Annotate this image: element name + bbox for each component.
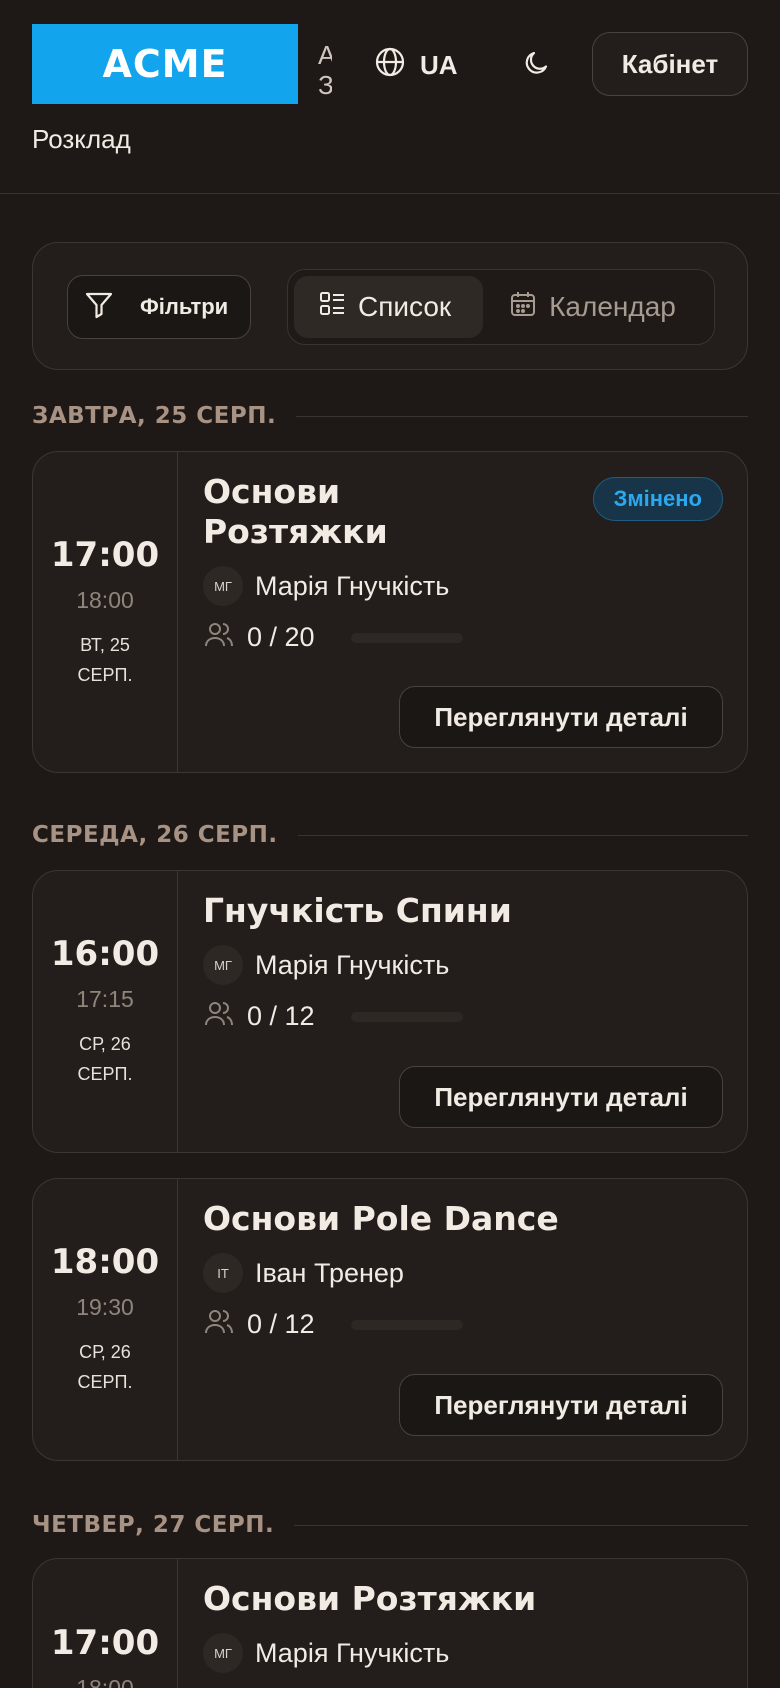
theme-toggle[interactable] [516, 44, 558, 86]
divider [296, 415, 748, 417]
users-icon [203, 999, 235, 1034]
moon-icon [522, 48, 552, 83]
class-info: Основи Pole Dance ІТ Іван Тренер 0 / 12 [203, 1199, 723, 1342]
capacity-bar [351, 632, 463, 643]
divider [294, 1524, 748, 1526]
time-column: 18:00 19:30 СР, 26 СЕРП. [33, 1179, 178, 1460]
capacity-bar [351, 1319, 463, 1330]
end-time: 18:00 [76, 586, 134, 613]
status-badge: Змінено [592, 477, 723, 521]
day-label: ЧЕТВЕР, 27 СЕРП. [32, 1512, 275, 1538]
calendar-icon [509, 290, 537, 325]
class-date: СР, 26 СЕРП. [78, 1029, 133, 1089]
view-details-button[interactable]: Переглянути деталі [399, 686, 723, 748]
capacity-row: 0 / 12 [203, 1307, 723, 1342]
class-title: Гнучкість Спини [203, 891, 512, 930]
class-title: Основи Розтяжки [203, 1579, 537, 1618]
capacity-text: 0 / 12 [247, 1309, 315, 1339]
list-icon [318, 290, 346, 325]
language-switcher[interactable]: UA [374, 44, 458, 86]
trainer-row: МГ Марія Гнучкість [203, 1633, 723, 1673]
filter-icon [84, 289, 114, 325]
page-title: Розклад [32, 124, 131, 154]
day-label: СЕРЕДА, 26 СЕРП. [32, 822, 278, 848]
globe-icon [374, 46, 406, 85]
logo-text: ACME [102, 42, 228, 86]
trainer-row: МГ Марія Гнучкість [203, 945, 723, 985]
language-label: UA [420, 49, 458, 80]
view-details-button[interactable]: Переглянути деталі [399, 1374, 723, 1436]
avatar: МГ [203, 945, 243, 985]
capacity-text: 0 / 20 [247, 622, 315, 652]
time-column: 16:00 17:15 СР, 26 СЕРП. [33, 871, 178, 1152]
avatar: МГ [203, 1633, 243, 1673]
users-icon [203, 1307, 235, 1342]
view-list-tab[interactable]: Список [294, 276, 484, 338]
trainer-row: ІТ Іван Тренер [203, 1253, 723, 1293]
trainer-name: Марія Гнучкість [255, 949, 450, 980]
capacity-bar [351, 1011, 463, 1022]
class-date: СР, 26 СЕРП. [78, 1337, 133, 1397]
date-line: СЕРП. [77, 1372, 133, 1392]
capacity-row: 0 / 20 [203, 620, 723, 655]
class-title: Основи Розтяжки [203, 472, 388, 551]
capacity-text: 0 / 12 [247, 1001, 315, 1031]
logo[interactable]: ACME [32, 24, 298, 104]
day-header: ЧЕТВЕР, 27 СЕРП. [32, 1512, 748, 1538]
app-header: ACME А З UA Кабінет Розклад [0, 0, 780, 194]
filters-label: Фільтри [140, 294, 229, 319]
class-info: Змінено Основи Розтяжки МГ Марія Гнучкіс… [203, 472, 723, 655]
date-line: ВТ, 25 [80, 634, 130, 655]
date-line: СР, 26 [79, 1342, 131, 1362]
start-time: 17:00 [50, 534, 160, 575]
time-column: 17:00 18:00 ВТ, 25 СЕРП. [33, 452, 178, 772]
class-card: 17:00 18:00 ВТ, 25 СЕРП. Змінено Основи … [32, 451, 748, 773]
end-time: 19:30 [76, 1294, 134, 1320]
class-info: Гнучкість Спини МГ Марія Гнучкість 0 / 1… [203, 891, 723, 1034]
class-title: Основи Pole Dance [203, 1199, 559, 1238]
schedule-toolbar: Фільтри Список Календар [32, 242, 748, 370]
view-switch: Список Календар [287, 269, 715, 345]
class-card: 16:00 17:15 СР, 26 СЕРП. Гнучкість Спини… [32, 870, 748, 1153]
class-card: 17:00 18:00 Основи Розтяжки МГ Марія Гну… [32, 1558, 748, 1688]
avatar: МГ [203, 566, 243, 606]
view-list-label: Список [358, 291, 452, 322]
divider [297, 834, 748, 836]
date-line: СЕРП. [77, 664, 133, 685]
end-time: 18:00 [76, 1675, 134, 1688]
filters-button[interactable]: Фільтри [67, 275, 251, 339]
day-header: СЕРЕДА, 26 СЕРП. [32, 822, 748, 848]
start-time: 17:00 [50, 1623, 160, 1663]
class-date: ВТ, 25 СЕРП. [78, 630, 133, 690]
start-time: 18:00 [50, 1242, 160, 1282]
capacity-row: 0 / 12 [203, 999, 723, 1034]
trainer-name: Марія Гнучкість [255, 1637, 450, 1668]
logo-overflow-text: А З [318, 40, 332, 100]
day-header: ЗАВТРА, 25 СЕРП. [32, 403, 748, 429]
class-card: 18:00 19:30 СР, 26 СЕРП. Основи Pole Dan… [32, 1178, 748, 1461]
day-label: ЗАВТРА, 25 СЕРП. [32, 403, 277, 429]
class-info: Основи Розтяжки МГ Марія Гнучкість [203, 1579, 723, 1673]
end-time: 17:15 [76, 986, 134, 1012]
date-line: СР, 26 [79, 1034, 131, 1054]
trainer-name: Іван Тренер [255, 1257, 404, 1288]
trainer-name: Марія Гнучкість [255, 570, 450, 601]
trainer-row: МГ Марія Гнучкість [203, 566, 723, 606]
view-calendar-tab[interactable]: Календар [489, 276, 708, 338]
avatar: ІТ [203, 1253, 243, 1293]
start-time: 16:00 [50, 934, 160, 974]
cabinet-button[interactable]: Кабінет [592, 32, 748, 96]
users-icon [203, 620, 235, 655]
view-details-button[interactable]: Переглянути деталі [399, 1066, 723, 1128]
view-calendar-label: Календар [549, 291, 676, 322]
time-column: 17:00 18:00 [33, 1559, 178, 1688]
date-line: СЕРП. [77, 1064, 133, 1084]
